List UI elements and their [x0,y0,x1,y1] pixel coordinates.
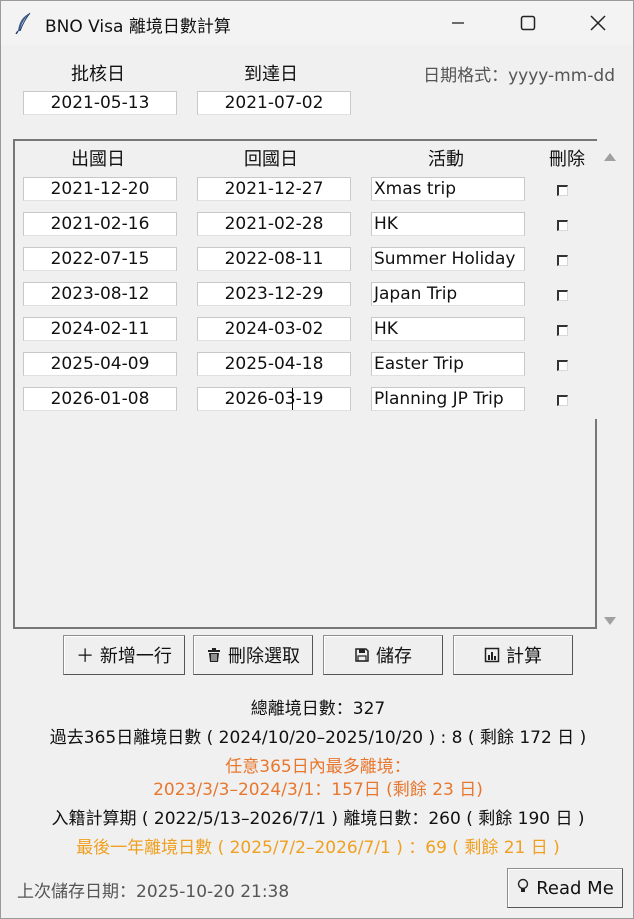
trip-out-date-input[interactable]: 2023-08-12 [23,282,177,306]
trip-back-date-input[interactable]: 2021-02-28 [197,212,351,236]
delete-checkbox[interactable] [557,255,568,266]
col-header-back: 回國日 [244,149,298,170]
trip-back-date-input[interactable]: 2023-12-29 [197,282,351,306]
arrival-date-label: 到達日 [244,64,298,85]
approval-date-label: 批核日 [71,64,125,85]
trip-activity-input[interactable]: HK [371,317,525,341]
delete-checkbox[interactable] [557,325,568,336]
trip-out-date-input[interactable]: 2026-01-08 [23,387,177,411]
scroll-up-arrow-icon[interactable] [603,147,617,166]
trip-out-date-input[interactable]: 2025-04-09 [23,352,177,376]
trip-activity-input[interactable]: Xmas trip [371,177,525,201]
delete-checkbox[interactable] [557,290,568,301]
date-format-hint: 日期格式：yyyy-mm-dd [423,66,615,86]
past-365-text: 過去365日離境日數 ( 2024/10/20–2025/10/20 ) : 8… [49,728,587,748]
scroll-down-arrow-icon[interactable] [603,611,617,630]
trip-back-date-input[interactable]: 2024-03-02 [197,317,351,341]
add-row-label: ＋ 新增一行 [76,646,172,667]
trip-back-date-input[interactable]: 2026-03-19 [197,387,351,411]
feather-icon [15,12,33,35]
trip-activity-input[interactable]: Japan Trip [371,282,525,306]
minimize-icon [451,16,465,30]
total-days-text: 總離境日數：327 [250,699,386,719]
minimize-button[interactable] [423,1,493,45]
trip-activity-input[interactable]: HK [371,212,525,236]
approval-date-input[interactable]: 2021-05-13 [23,91,177,115]
max-any-365-detail: 2023/3/3–2024/3/1：157日 (剩餘 23 日) [153,780,483,800]
calculate-button[interactable]: 計算 [453,635,573,675]
max-any-365-title: 任意365日內最多離境： [225,757,411,777]
trip-back-date-input[interactable]: 2021-12-27 [197,177,351,201]
floppy-disk-icon [354,647,370,663]
delete-checkbox[interactable] [557,395,568,406]
col-header-delete: 刪除 [549,149,585,170]
maximize-button[interactable] [493,1,563,45]
maximize-icon [520,15,536,31]
trip-out-date-input[interactable]: 2022-07-15 [23,247,177,271]
last-saved-text: 上次儲存日期：2025-10-20 21:38 [17,882,290,902]
arrival-date-input[interactable]: 2021-07-02 [197,91,351,115]
list-frame-edge [595,419,597,629]
read-me-button[interactable]: Read Me [507,868,623,908]
calculate-label: 計算 [506,646,542,667]
last-year-text: 最後一年離境日數 ( 2025/7/2–2026/7/1 ) ：69 ( 剩餘 … [76,838,560,858]
trip-out-date-input[interactable]: 2021-12-20 [23,177,177,201]
close-button[interactable] [563,1,633,45]
app-window: BNO Visa 離境日數計算 批核日 到達日 日期格式：yyyy-mm-dd … [0,0,634,919]
read-me-label: Read Me [536,877,614,899]
delete-selected-button[interactable]: 刪除選取 [193,635,313,675]
delete-selected-label: 刪除選取 [228,646,300,667]
bar-chart-icon [484,647,500,663]
trip-back-date-input[interactable]: 2025-04-18 [197,352,351,376]
trip-activity-input[interactable]: Planning JP Trip [371,387,525,411]
title-bar: BNO Visa 離境日數計算 [1,1,633,45]
window-title: BNO Visa 離境日數計算 [45,17,231,37]
trip-out-date-input[interactable]: 2024-02-11 [23,317,177,341]
save-label: 儲存 [376,646,412,667]
trip-out-date-input[interactable]: 2021-02-16 [23,212,177,236]
col-header-out: 出國日 [71,149,125,170]
trip-activity-input[interactable]: Easter Trip [371,352,525,376]
add-row-button[interactable]: ＋ 新增一行 [63,635,185,675]
col-header-activity: 活動 [428,149,464,170]
trash-icon [206,647,222,663]
delete-checkbox[interactable] [557,360,568,371]
naturalisation-period-text: 入籍計算期 ( 2022/5/13–2026/7/1 ) 離境日數：260 ( … [51,809,585,829]
lightbulb-icon [516,878,530,899]
trip-back-date-input[interactable]: 2022-08-11 [197,247,351,271]
save-button[interactable]: 儲存 [323,635,443,675]
text-cursor [292,388,293,410]
delete-checkbox[interactable] [557,220,568,231]
delete-checkbox[interactable] [557,185,568,196]
close-icon [590,15,606,31]
trip-activity-input[interactable]: Summer Holiday [371,247,525,271]
